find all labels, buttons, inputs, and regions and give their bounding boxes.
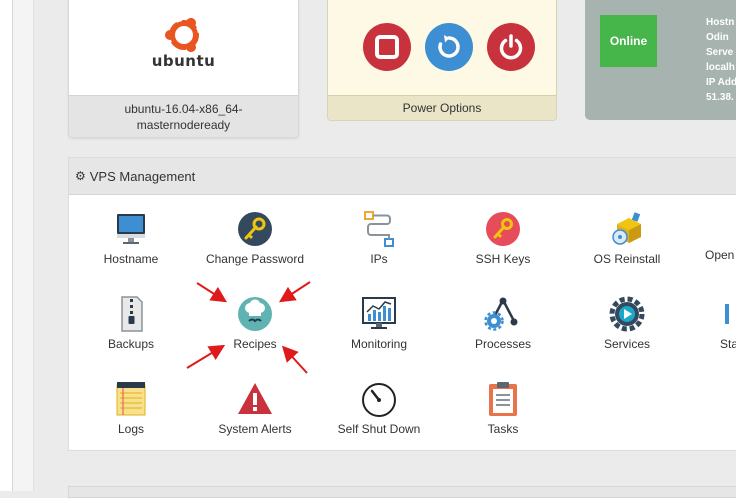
ssh-keys-label: SSH Keys (475, 252, 531, 266)
change-password-label: Change Password (205, 252, 305, 266)
panel-header: ⚙ VPS Management (69, 158, 736, 195)
backups-item[interactable]: Backups (69, 294, 193, 351)
os-card[interactable]: ubuntu ubuntu-16.04-x86_64-masternoderea… (68, 0, 299, 138)
left-rail (0, 0, 13, 491)
recipes-item[interactable]: Recipes (193, 294, 317, 351)
processes-item[interactable]: Processes (441, 294, 565, 351)
processes-gears-icon (484, 297, 518, 331)
services-item[interactable]: Services (565, 294, 689, 351)
os-template-name: ubuntu-16.04-x86_64-masternodeready (69, 95, 298, 137)
timer-icon (362, 383, 396, 417)
monitoring-chart-icon (362, 297, 396, 329)
notepad-icon (116, 382, 146, 416)
left-gutter (13, 0, 34, 491)
os-logo-area: ubuntu (69, 0, 298, 95)
system-alerts-item[interactable]: System Alerts (193, 379, 317, 436)
stats-icon (725, 304, 729, 324)
server-info: Hostn Odin Serve localh IP Add 51.38. (706, 15, 736, 105)
backups-label: Backups (107, 337, 155, 351)
tasks-item[interactable]: Tasks (441, 379, 565, 436)
warning-icon (238, 383, 272, 414)
server-info-line: IP Add (706, 77, 736, 88)
monitor-icon (117, 214, 145, 244)
restart-icon (438, 35, 460, 58)
server-info-line: Odin (706, 32, 729, 43)
ips-label: IPs (370, 252, 388, 266)
recipes-label: Recipes (233, 337, 277, 351)
services-gear-icon (609, 296, 645, 332)
vps-management-panel: ⚙ VPS Management Hostname Change Passwor… (68, 157, 736, 451)
next-panel-header (68, 486, 736, 498)
ubuntu-wordmark: ubuntu (151, 52, 216, 70)
server-info-line: Serve (706, 47, 734, 58)
monitoring-item[interactable]: Monitoring (317, 294, 441, 351)
server-info-line: 51.38. (706, 92, 734, 103)
stats-item[interactable]: Sta (689, 294, 736, 351)
tasks-label: Tasks (487, 422, 519, 436)
stats-label: Sta (720, 337, 736, 351)
logs-item[interactable]: Logs (69, 379, 193, 436)
open-item[interactable]: Open (689, 209, 736, 262)
os-reinstall-label: OS Reinstall (593, 252, 661, 266)
server-info-line: Hostn (706, 17, 735, 28)
open-label: Open (705, 248, 735, 262)
server-info-line: localh (706, 62, 735, 73)
self-shut-down-item[interactable]: Self Shut Down (317, 379, 441, 436)
system-alerts-label: System Alerts (218, 422, 292, 436)
monitoring-label: Monitoring (350, 337, 408, 351)
chef-hat-icon (238, 297, 272, 331)
power-off-button[interactable] (487, 23, 535, 71)
panel-title: VPS Management (89, 168, 196, 184)
hostname-label: Hostname (103, 252, 159, 266)
clipboard-icon (489, 382, 517, 416)
self-shut-down-label: Self Shut Down (337, 422, 421, 436)
power-icon (499, 34, 523, 60)
stop-button[interactable] (363, 23, 411, 71)
restart-button[interactable] (425, 23, 473, 71)
ssh-key-icon (486, 212, 520, 246)
change-password-item[interactable]: Change Password (193, 209, 317, 266)
os-reinstall-icon (612, 212, 641, 245)
os-reinstall-item[interactable]: OS Reinstall (565, 209, 689, 266)
online-status-badge: Online (600, 15, 657, 67)
ips-item[interactable]: IPs (317, 209, 441, 266)
key-icon (238, 212, 272, 246)
server-status-card: Online Hostn Odin Serve localh IP Add 51… (585, 0, 736, 120)
ip-network-icon (364, 211, 394, 247)
logs-label: Logs (117, 422, 145, 436)
gear-icon: ⚙ (75, 169, 86, 183)
services-label: Services (603, 337, 650, 351)
hostname-item[interactable]: Hostname (69, 209, 193, 266)
zip-file-icon (121, 296, 143, 332)
power-options-label: Power Options (328, 95, 556, 120)
stop-icon (375, 35, 399, 59)
ssh-keys-item[interactable]: SSH Keys (441, 209, 565, 266)
processes-label: Processes (474, 337, 532, 351)
power-options-card: Power Options (327, 0, 557, 121)
